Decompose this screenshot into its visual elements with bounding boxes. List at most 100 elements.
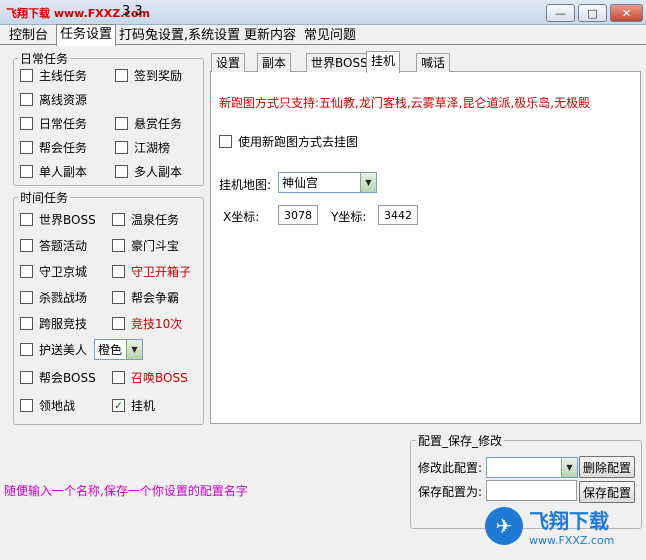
checkbox-jianghu-rank[interactable]: 江湖榜 (115, 139, 170, 155)
checkbox-box[interactable] (112, 212, 125, 226)
checkbox-label: 守卫开箱子 (131, 264, 192, 279)
save-config-name-input[interactable] (486, 480, 577, 501)
checkbox-label: 帮会争霸 (131, 290, 180, 305)
checkbox-box[interactable] (20, 116, 33, 130)
timed-tasks-group (13, 197, 204, 425)
inner-tab-world-boss[interactable]: 世界BOSS (306, 53, 373, 72)
checkbox-box[interactable] (20, 398, 33, 412)
checkbox-label: 护送美人 (39, 342, 88, 357)
checkbox-box[interactable] (20, 68, 33, 82)
checkbox-label: 帮会任务 (39, 140, 88, 155)
checkbox-quiz-event[interactable]: 答题活动 (20, 237, 87, 253)
checkbox-box[interactable] (112, 290, 125, 304)
checkbox-box[interactable] (20, 316, 33, 330)
checkbox-label: 挂机 (131, 398, 156, 413)
afk-map-value: 神仙宫 (282, 176, 319, 190)
checkbox-bounty-task[interactable]: 悬赏任务 (115, 115, 182, 131)
checkbox-label: 领地战 (39, 398, 76, 413)
checkbox-box[interactable] (115, 116, 128, 130)
checkbox-daily-task[interactable]: 日常任务 (20, 115, 87, 131)
checkbox-box[interactable] (115, 164, 128, 178)
timed-tasks-title: 时间任务 (18, 189, 71, 206)
checkbox-box[interactable] (20, 238, 33, 252)
afk-map-select[interactable]: 神仙宫 ▼ (278, 172, 377, 193)
y-coordinate-input[interactable]: 3442 (378, 205, 418, 225)
checkbox-box[interactable] (20, 140, 33, 154)
checkbox-summon-boss[interactable]: 召唤BOSS (112, 369, 188, 385)
maximize-icon: □ (587, 6, 598, 20)
chevron-down-icon[interactable]: ▼ (561, 458, 577, 477)
modify-config-label: 修改此配置: (418, 461, 483, 475)
checkbox-label: 江湖榜 (134, 140, 171, 155)
checkbox-sign-in-reward[interactable]: 签到奖励 (115, 67, 182, 83)
checkbox-guild-boss[interactable]: 帮会BOSS (20, 369, 96, 385)
chevron-down-icon[interactable]: ▼ (126, 340, 142, 359)
tab-faq[interactable]: 常见问题 (300, 25, 360, 46)
checkbox-box[interactable] (20, 264, 33, 278)
checkbox-box[interactable] (112, 370, 125, 384)
escort-color-select[interactable]: 橙色 ▼ (94, 339, 143, 360)
checkbox-cross-server-arena[interactable]: 跨服竞技 (20, 315, 87, 331)
checkbox-main-quest[interactable]: 主线任务 (20, 67, 87, 83)
checkbox-multi-dungeon[interactable]: 多人副本 (115, 163, 182, 179)
checkbox-label: 日常任务 (39, 116, 88, 131)
checkbox-defend-capital[interactable]: 守卫京城 (20, 263, 87, 279)
checkbox-box[interactable] (112, 264, 125, 278)
checkbox-hot-spring[interactable]: 温泉任务 (112, 211, 179, 227)
afk-map-label: 挂机地图: (219, 178, 272, 192)
checkbox-label: 主线任务 (39, 68, 88, 83)
brand-watermark: ✈ 飞翔下载 www.FXXZ.com (485, 505, 614, 547)
checkbox-slaughter-battlefield[interactable]: 杀戮战场 (20, 289, 87, 305)
x-coordinate-input[interactable]: 3078 (278, 205, 318, 225)
checkbox-box[interactable] (115, 68, 128, 82)
checkbox-new-route[interactable]: 使用新跑图方式去挂图 (219, 133, 358, 149)
checkbox-box[interactable] (20, 342, 33, 356)
checkbox-world-boss[interactable]: 世界BOSS (20, 211, 96, 227)
config-group-title: 配置_保存_修改 (416, 432, 505, 449)
checkbox-offline-resources[interactable]: 离线资源 (20, 91, 87, 107)
checkbox-box[interactable] (20, 92, 33, 106)
inner-tab-afk[interactable]: 挂机 (366, 51, 401, 73)
checkbox-box[interactable] (20, 370, 33, 384)
checkbox-box[interactable] (112, 238, 125, 252)
close-button[interactable]: ✕ (610, 4, 643, 22)
tab-captcha-system-settings[interactable]: 打码兔设置,系统设置 (115, 25, 244, 46)
save-config-button[interactable]: 保存配置 (579, 481, 635, 503)
delete-config-button[interactable]: 删除配置 (579, 456, 635, 478)
checkbox-box[interactable] (20, 290, 33, 304)
tab-task-settings[interactable]: 任务设置 (56, 24, 117, 46)
maximize-button[interactable]: □ (578, 4, 607, 22)
y-coordinate-label: Y坐标: (331, 210, 367, 224)
tab-update-content[interactable]: 更新内容 (240, 25, 300, 46)
checkbox-label: 离线资源 (39, 92, 88, 107)
checkbox-box-checked[interactable]: ✓ (112, 398, 125, 412)
chevron-down-icon[interactable]: ▼ (360, 173, 376, 192)
checkbox-guild-task[interactable]: 帮会任务 (20, 139, 87, 155)
config-hint-text: 随便输入一个名称,保存一个你设置的配置名字 (4, 484, 248, 498)
inner-tab-dungeon[interactable]: 副本 (257, 53, 292, 72)
checkbox-box[interactable] (219, 134, 232, 148)
checkbox-territory-war[interactable]: 领地战 (20, 397, 75, 413)
checkbox-escort-beauty[interactable]: 护送美人 (20, 341, 87, 357)
inner-tab-shout[interactable]: 喊话 (416, 53, 451, 72)
inner-tab-settings[interactable]: 设置 (211, 53, 246, 72)
checkbox-box[interactable] (20, 212, 33, 226)
checkbox-label: 单人副本 (39, 164, 88, 179)
modify-config-select[interactable]: ▼ (486, 457, 578, 478)
checkbox-treasure-duel[interactable]: 豪门斗宝 (112, 237, 179, 253)
checkbox-solo-dungeon[interactable]: 单人副本 (20, 163, 87, 179)
daily-tasks-title: 日常任务 (18, 50, 71, 67)
tab-console[interactable]: 控制台 (5, 25, 52, 46)
checkbox-arena-10-times[interactable]: 竞技10次 (112, 315, 182, 331)
checkbox-box[interactable] (112, 316, 125, 330)
checkbox-afk[interactable]: ✓ 挂机 (112, 397, 155, 413)
close-icon: ✕ (621, 6, 632, 20)
checkbox-box[interactable] (115, 140, 128, 154)
afk-route-notice: 新跑图方式只支持:五仙教,龙门客栈,云雾草泽,昆仑道派,极乐岛,无极殿 (219, 96, 591, 110)
checkbox-defend-open-chest[interactable]: 守卫开箱子 (112, 263, 191, 279)
brand-logo-icon: ✈ (485, 507, 523, 545)
checkbox-label: 悬赏任务 (134, 116, 183, 131)
minimize-button[interactable]: — (546, 4, 575, 22)
checkbox-box[interactable] (20, 164, 33, 178)
checkbox-guild-hegemony[interactable]: 帮会争霸 (112, 289, 179, 305)
